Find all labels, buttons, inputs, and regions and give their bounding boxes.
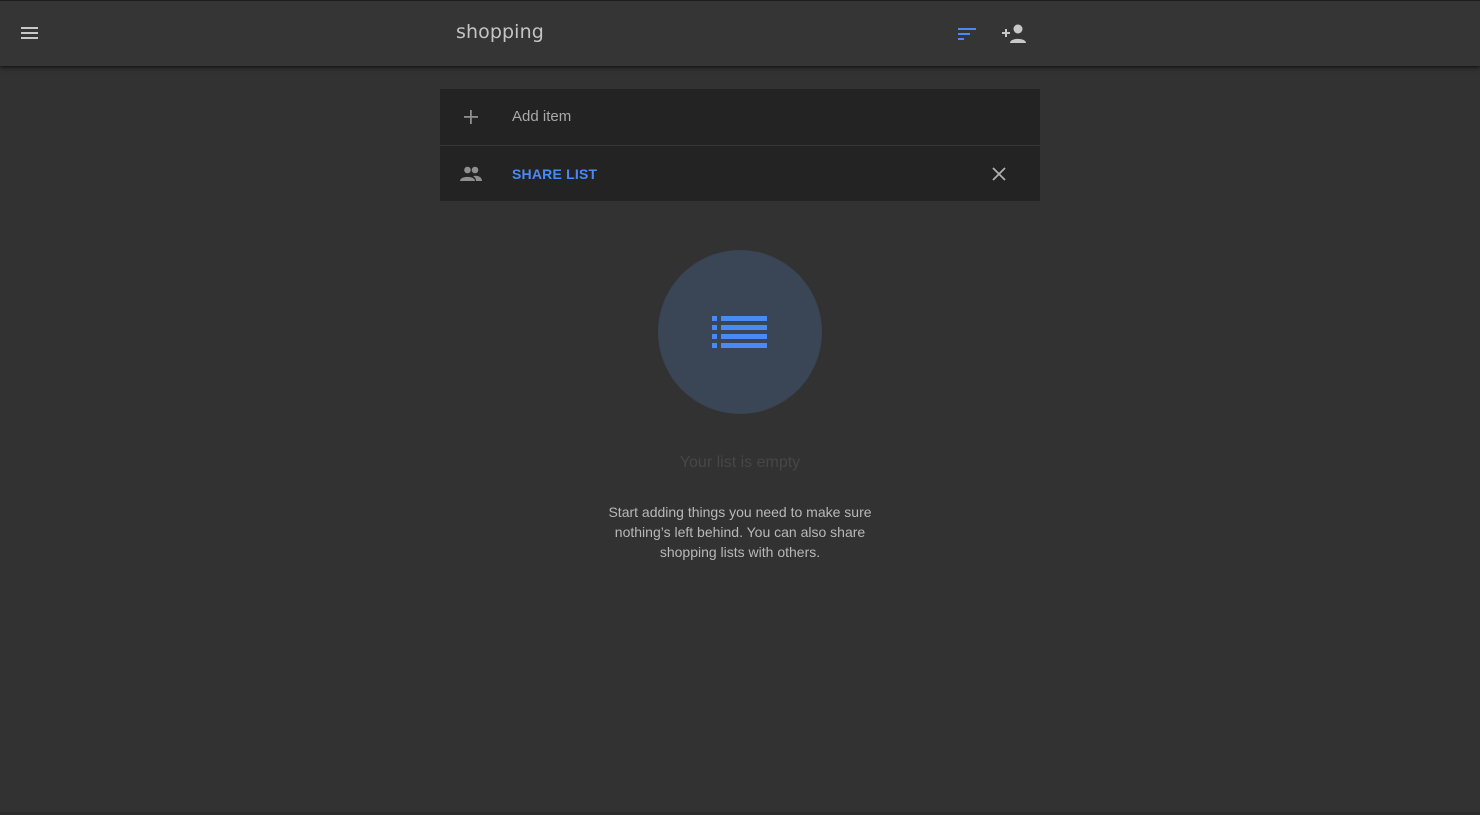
people-icon	[460, 166, 482, 181]
list-icon	[712, 316, 767, 348]
person-add-icon	[1002, 24, 1026, 43]
plus-icon	[464, 110, 478, 124]
list-card: Add item SHARE LIST	[440, 89, 1040, 201]
close-icon	[992, 167, 1006, 181]
share-list-button[interactable]: SHARE LIST	[512, 166, 597, 182]
sort-button[interactable]	[947, 14, 987, 54]
add-item-row[interactable]: Add item	[440, 89, 1040, 145]
add-item-button[interactable]	[458, 104, 484, 130]
empty-state-illustration	[658, 250, 822, 414]
add-collaborator-button[interactable]	[995, 14, 1035, 54]
add-item-input[interactable]: Add item	[512, 108, 571, 125]
dismiss-share-button[interactable]	[986, 161, 1012, 187]
empty-state-title: Your list is empty	[679, 454, 801, 471]
menu-icon	[21, 27, 38, 39]
main-menu-button[interactable]	[10, 13, 50, 53]
share-list-icon-wrap	[458, 161, 484, 187]
share-list-row: SHARE LIST	[440, 145, 1040, 201]
list-title: shopping	[456, 21, 544, 43]
empty-state-description: Start adding things you need to make sur…	[608, 504, 872, 560]
top-app-bar: shopping	[0, 0, 1480, 66]
sort-icon	[958, 28, 976, 40]
